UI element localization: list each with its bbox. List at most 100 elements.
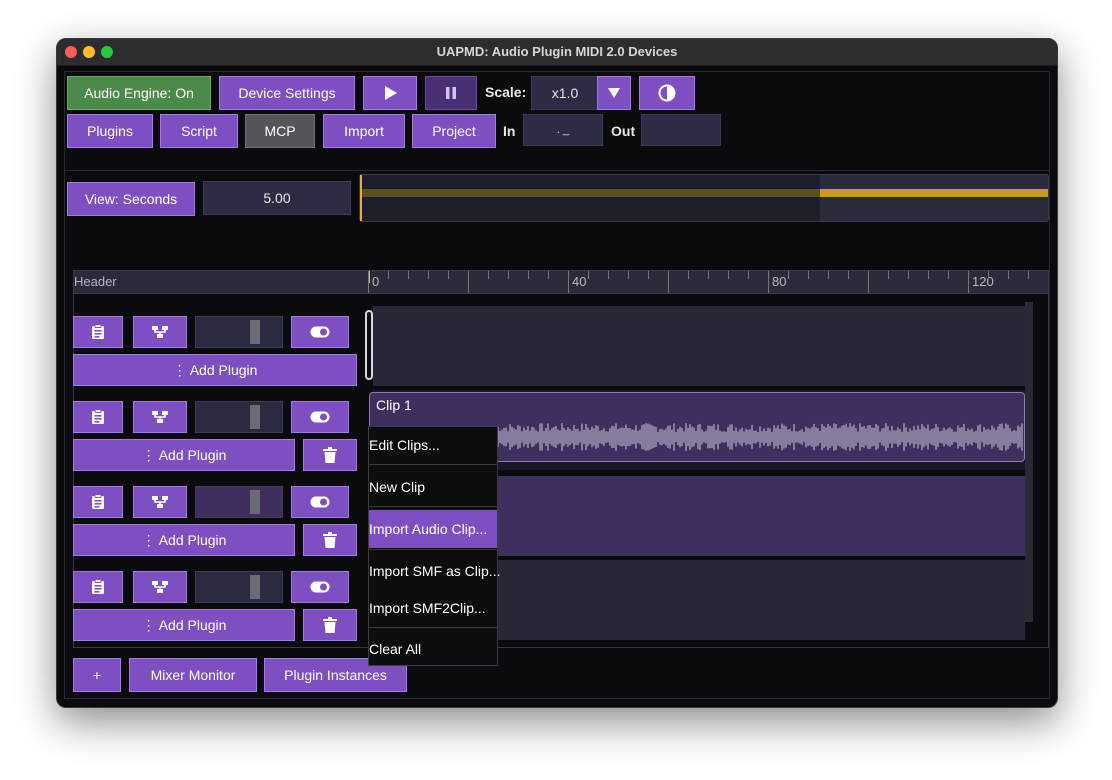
ruler-tick xyxy=(788,271,789,279)
ruler-tick xyxy=(948,271,949,279)
theme-toggle-button[interactable] xyxy=(639,76,695,110)
insertion-marker[interactable] xyxy=(365,310,373,380)
audio-engine-toggle[interactable]: Audio Engine: On xyxy=(67,76,211,110)
track-2-routing-button[interactable] xyxy=(133,401,187,433)
track-1-add-plugin-button[interactable]: ⋮ Add Plugin xyxy=(73,354,357,386)
slider-knob[interactable] xyxy=(250,490,260,514)
ruler-header-label: Header xyxy=(74,274,117,289)
menu-item-clear-all[interactable]: Clear All xyxy=(369,631,497,667)
menu-item-import-smf-as-clip[interactable]: Import SMF as Clip... xyxy=(369,553,500,589)
ruler-tick xyxy=(648,271,649,279)
menu-item-import-smf2clip[interactable]: Import SMF2Clip... xyxy=(369,590,497,626)
track-1-routing-button[interactable] xyxy=(133,316,187,348)
output-device-field[interactable] xyxy=(641,114,721,146)
ruler-tick xyxy=(928,271,929,279)
trash-icon xyxy=(323,447,337,463)
plugins-button[interactable]: Plugins xyxy=(67,114,153,148)
track-1-enable-toggle[interactable] xyxy=(291,316,349,348)
track-1-volume-slider[interactable] xyxy=(195,316,283,348)
routing-icon xyxy=(152,496,168,508)
track-4-list-button[interactable] xyxy=(73,571,123,603)
ruler-tick xyxy=(768,271,769,293)
view-mode-button[interactable]: View: Seconds xyxy=(67,182,195,216)
timeline-overview[interactable] xyxy=(359,174,1049,222)
zoom-value-field[interactable]: 5.00 xyxy=(203,181,351,215)
track-3-routing-button[interactable] xyxy=(133,486,187,518)
toolbar-divider xyxy=(65,170,1049,171)
ruler-tick xyxy=(368,271,369,293)
device-settings-button[interactable]: Device Settings xyxy=(219,76,355,110)
clipboard-icon xyxy=(92,409,104,424)
ruler-tick xyxy=(888,271,889,279)
track-4-enable-toggle[interactable] xyxy=(291,571,349,603)
ruler-tick xyxy=(388,271,389,279)
app-window: UAPMD: Audio Plugin MIDI 2.0 Devices Aud… xyxy=(56,38,1058,708)
routing-icon xyxy=(152,581,168,593)
track-4-add-plugin-button[interactable]: ⋮ Add Plugin xyxy=(73,609,295,641)
track-3-volume-slider[interactable] xyxy=(195,486,283,518)
overview-viewport[interactable] xyxy=(362,175,820,221)
input-device-field[interactable]: . _ xyxy=(523,114,603,146)
slider-knob[interactable] xyxy=(250,575,260,599)
title-bar: UAPMD: Audio Plugin MIDI 2.0 Devices xyxy=(57,39,1057,66)
clipboard-icon xyxy=(92,324,104,339)
menu-separator xyxy=(369,549,497,550)
ruler-tick xyxy=(1008,271,1009,279)
scale-dropdown-button[interactable] xyxy=(597,76,631,110)
slider-knob[interactable] xyxy=(250,320,260,344)
track-3-delete-button[interactable] xyxy=(303,524,357,556)
time-ruler[interactable]: Header 0 40 80 120 xyxy=(73,270,1049,294)
menu-separator xyxy=(369,464,497,465)
script-button[interactable]: Script xyxy=(160,114,238,148)
track-2-list-button[interactable] xyxy=(73,401,123,433)
play-button[interactable] xyxy=(363,76,417,110)
import-button[interactable]: Import xyxy=(323,114,405,148)
ruler-tick xyxy=(968,271,969,293)
mixer-monitor-button[interactable]: Mixer Monitor xyxy=(129,658,257,692)
ruler-tick xyxy=(748,271,749,279)
clip-context-menu: Edit Clips... New Clip Import Audio Clip… xyxy=(368,426,500,667)
slider-knob[interactable] xyxy=(250,405,260,429)
track-4-delete-button[interactable] xyxy=(303,609,357,641)
track-3-list-button[interactable] xyxy=(73,486,123,518)
clipboard-icon xyxy=(92,579,104,594)
track-lane-1[interactable] xyxy=(373,306,1025,386)
ruler-tick xyxy=(568,271,569,293)
track-4-routing-button[interactable] xyxy=(133,571,187,603)
track-3-add-plugin-button[interactable]: ⋮ Add Plugin xyxy=(73,524,295,556)
ruler-tick xyxy=(668,271,669,293)
trash-icon xyxy=(323,532,337,548)
overview-clip-bar-dim xyxy=(362,189,820,197)
project-button[interactable]: Project xyxy=(412,114,496,148)
menu-item-import-audio-clip[interactable]: Import Audio Clip... xyxy=(369,510,497,548)
routing-icon xyxy=(152,411,168,423)
ruler-tick xyxy=(428,271,429,279)
add-track-button[interactable]: + xyxy=(73,658,121,692)
track-2-enable-toggle[interactable] xyxy=(291,401,349,433)
ruler-tick xyxy=(848,271,849,279)
ruler-label-120: 120 xyxy=(972,274,994,289)
mcp-button[interactable]: MCP xyxy=(245,114,315,148)
ruler-label-40: 40 xyxy=(572,274,587,289)
track-2-volume-slider[interactable] xyxy=(195,401,283,433)
ruler-label-0: 0 xyxy=(372,274,380,289)
chevron-down-icon xyxy=(608,88,620,98)
track-2-add-plugin-button[interactable]: ⋮ Add Plugin xyxy=(73,439,295,471)
ruler-tick xyxy=(488,271,489,279)
menu-separator xyxy=(369,627,497,628)
menu-separator xyxy=(369,506,497,507)
pause-button[interactable] xyxy=(425,76,477,110)
menu-item-new-clip[interactable]: New Clip xyxy=(369,469,497,505)
ruler-label-80: 80 xyxy=(772,274,787,289)
input-label: In xyxy=(503,123,516,139)
track-3-enable-toggle[interactable] xyxy=(291,486,349,518)
ruler-tick xyxy=(1028,271,1029,279)
play-icon xyxy=(385,86,397,100)
track-4-volume-slider[interactable] xyxy=(195,571,283,603)
track-1-list-button[interactable] xyxy=(73,316,123,348)
track-2-delete-button[interactable] xyxy=(303,439,357,471)
ruler-tick xyxy=(988,271,989,279)
menu-item-edit-clips[interactable]: Edit Clips... xyxy=(369,427,497,463)
scale-select-value[interactable]: x1.0 xyxy=(531,76,599,110)
vertical-scrollbar[interactable] xyxy=(1025,302,1033,622)
